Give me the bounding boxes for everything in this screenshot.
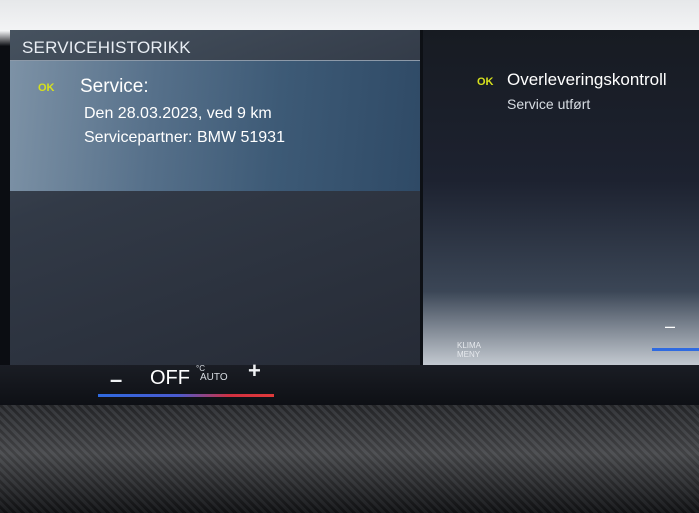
service-entry-title: Service: xyxy=(80,76,149,97)
page-title: SERVICEHISTORIKK xyxy=(22,38,191,57)
climate-menu-label-2: MENY xyxy=(457,350,481,359)
service-entry-item[interactable] xyxy=(10,61,420,191)
detail-subtitle: Service utført xyxy=(507,96,591,112)
ok-status-badge: OK xyxy=(38,82,55,94)
service-detail-pane: OK Overleveringskontroll Service utført xyxy=(423,30,699,365)
temp-increase-button[interactable]: + xyxy=(248,358,261,384)
temp-decrease-button[interactable]: – xyxy=(110,367,122,393)
climate-bar xyxy=(0,365,699,405)
temperature-gradient-bar xyxy=(98,394,274,397)
climate-off-label[interactable]: OFF xyxy=(150,367,190,390)
detail-title: Overleveringskontroll xyxy=(507,70,667,89)
climate-menu-button[interactable]: KLIMA MENY xyxy=(457,341,481,359)
detail-ok-badge: OK xyxy=(477,76,494,88)
right-temp-decrease-button[interactable]: – xyxy=(665,316,675,337)
trim-reflection xyxy=(0,405,699,513)
service-history-pane: SERVICEHISTORIKK OK Service: Den 28.03.2… xyxy=(10,30,420,365)
main-display: SERVICEHISTORIKK OK Service: Den 28.03.2… xyxy=(10,30,699,365)
auto-label: AUTO xyxy=(200,372,228,383)
right-temperature-bar xyxy=(652,348,699,351)
service-partner-line: Servicepartner: BMW 51931 xyxy=(84,129,285,146)
climate-menu-label-1: KLIMA xyxy=(457,341,482,350)
service-date-line: Den 28.03.2023, ved 9 km xyxy=(84,105,272,122)
